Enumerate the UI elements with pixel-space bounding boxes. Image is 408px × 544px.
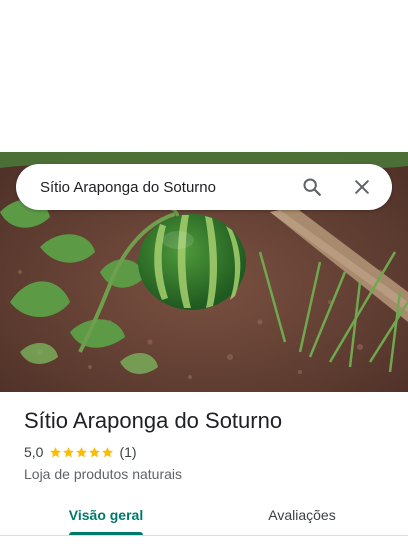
star-icon [89,446,101,457]
map-top-area [0,0,408,152]
place-tabs: Visão geral Avaliações [0,494,408,544]
tab-reviews[interactable]: Avaliações [252,494,352,536]
search-icon[interactable] [294,169,330,205]
review-count[interactable]: (1) [119,444,136,460]
tab-overview[interactable]: Visão geral [54,494,158,536]
star-icon [50,446,62,457]
search-input[interactable]: Sítio Araponga do Soturno [40,179,280,196]
place-title: Sítio Araponga do Soturno [24,408,283,433]
place-category: Loja de produtos naturais [24,466,182,482]
tabs-divider [0,535,408,536]
rating-stars [49,446,114,459]
star-icon [76,446,88,457]
close-icon[interactable] [344,169,380,205]
rating-row[interactable]: 5,0 (1) [24,444,137,460]
search-bar[interactable]: Sítio Araponga do Soturno [16,164,392,210]
star-icon [63,446,75,457]
rating-value: 5,0 [24,444,44,460]
star-icon [102,446,114,457]
